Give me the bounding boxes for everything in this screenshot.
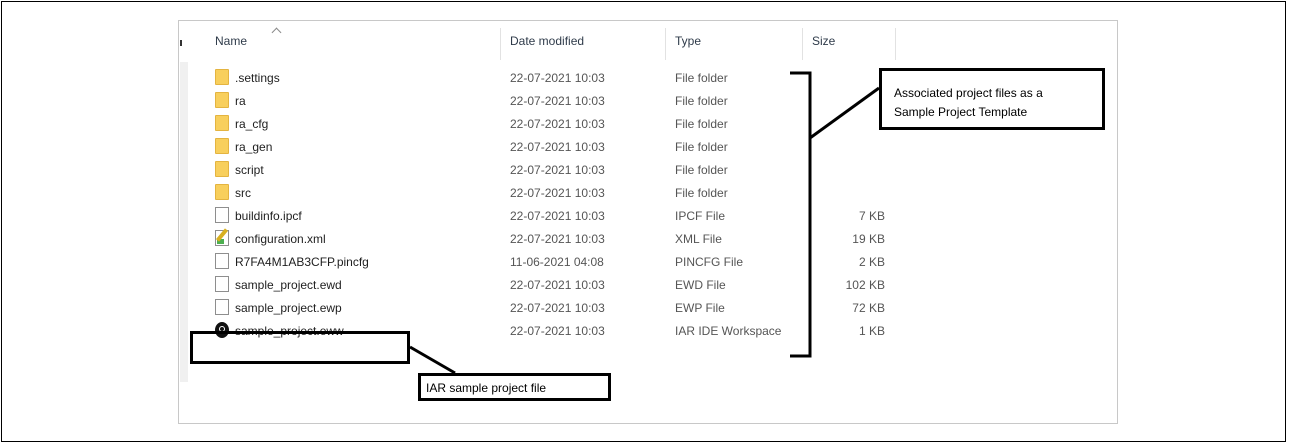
annotation-lines bbox=[409, 71, 880, 375]
callout-text-line2: Sample Project Template bbox=[894, 105, 1028, 119]
pointer-line-bottom bbox=[409, 345, 456, 375]
pointer-line-top bbox=[809, 86, 880, 140]
associated-files-callout: Associated project files as a Sample Pro… bbox=[879, 68, 1105, 130]
iar-sample-callout: IAR sample project file bbox=[418, 373, 611, 401]
bracket-line bbox=[790, 71, 812, 358]
iar-callout-text: IAR sample project file bbox=[426, 381, 547, 395]
callout-text-line1: Associated project files as a bbox=[894, 86, 1043, 100]
